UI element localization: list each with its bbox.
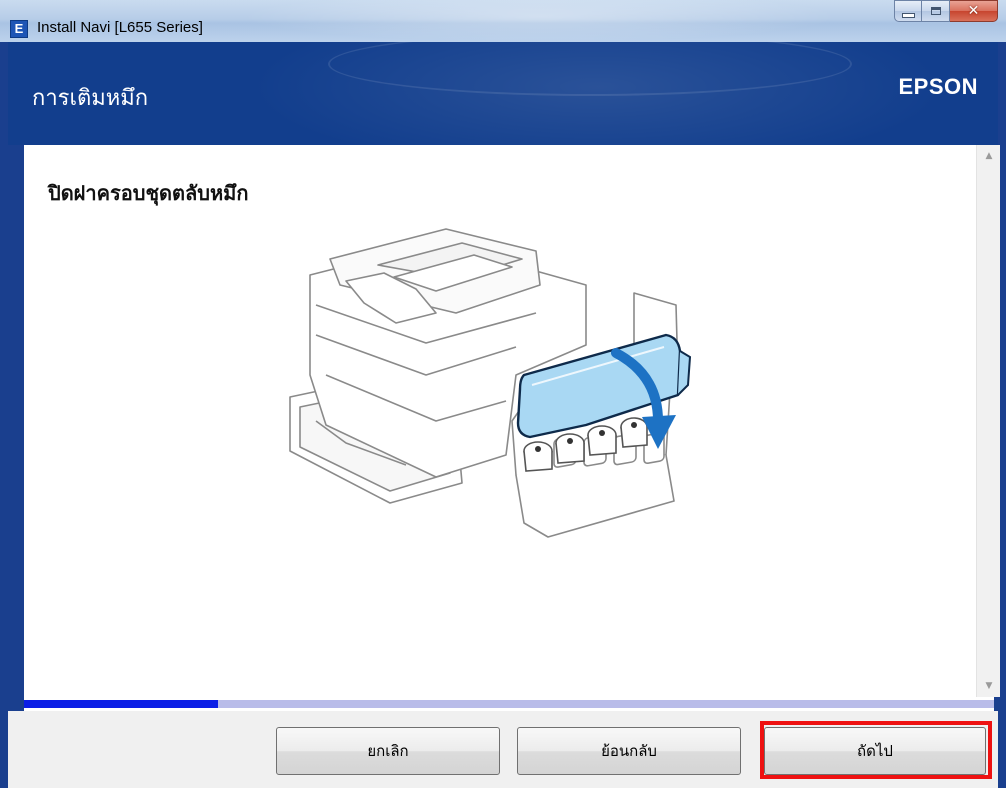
minimize-button[interactable] <box>894 0 922 22</box>
app-icon: E <box>10 20 28 38</box>
install-navi-window: E Install Navi [L655 Series] ✕ การเติมหม… <box>0 0 1006 788</box>
vertical-scrollbar[interactable]: ▲ ▼ <box>976 145 1000 697</box>
window-title: Install Navi [L655 Series] <box>37 19 203 36</box>
next-button-highlight <box>760 721 992 779</box>
epson-logo: EPSON <box>898 74 978 99</box>
progress-bar <box>24 697 994 711</box>
title-bar[interactable]: E Install Navi [L655 Series] ✕ <box>0 0 1006 42</box>
scroll-down-icon[interactable]: ▼ <box>977 677 1001 695</box>
title-bar-glass <box>240 0 840 42</box>
close-button[interactable]: ✕ <box>950 0 998 22</box>
close-icon: ✕ <box>967 3 980 19</box>
content-panel: ปิดฝาครอบชุดตลับหมึก ▲ ▼ <box>24 145 1000 697</box>
printer-illustration <box>289 228 692 538</box>
footer-button-bar: ยกเลิก ย้อนกลับ ถัดไป <box>8 711 998 788</box>
cancel-button[interactable]: ยกเลิก <box>276 727 500 775</box>
back-button[interactable]: ย้อนกลับ <box>517 727 741 775</box>
page-header: การเติมหมึก EPSON <box>8 42 998 145</box>
minimize-icon <box>901 12 915 18</box>
progress-fill <box>24 700 218 708</box>
scroll-up-icon[interactable]: ▲ <box>977 147 1001 165</box>
maximize-icon <box>930 7 941 15</box>
page-title: การเติมหมึก <box>32 86 149 111</box>
window-controls: ✕ <box>894 0 998 24</box>
step-heading: ปิดฝาครอบชุดตลับหมึก <box>48 181 249 205</box>
maximize-button[interactable] <box>922 0 950 22</box>
